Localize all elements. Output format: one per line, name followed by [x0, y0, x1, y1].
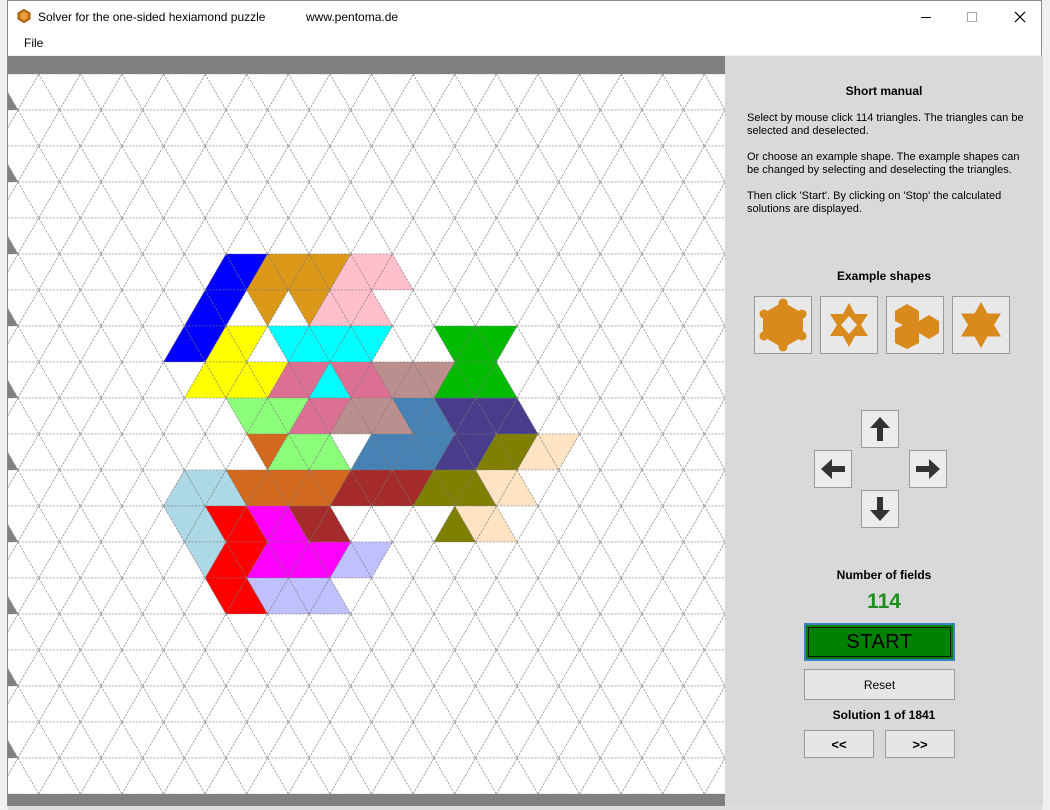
number-of-fields-label: Number of fields	[836, 568, 932, 582]
window-title-url: www.pentoma.de	[306, 10, 399, 24]
background-window-edge	[1042, 0, 1050, 810]
manual-paragraph-1: Select by mouse click 114 triangles. The…	[747, 112, 1024, 137]
minimize-button[interactable]	[903, 1, 949, 33]
number-of-fields-value: 114	[867, 590, 901, 613]
start-button[interactable]: START	[804, 623, 955, 661]
menu-file[interactable]: File	[24, 36, 43, 50]
example-shapes-heading: Example shapes	[836, 269, 932, 283]
move-left-button[interactable]	[814, 450, 852, 488]
triangle-grid-board[interactable]	[8, 56, 725, 806]
example-shape-hook-button[interactable]	[886, 296, 944, 354]
example-shape-star-ring-button[interactable]	[820, 296, 878, 354]
puzzle-board-panel	[8, 56, 725, 806]
close-button[interactable]	[997, 1, 1043, 33]
title-bar: Solver for the one-sided hexiamond puzzl…	[8, 1, 1041, 33]
next-solution-button[interactable]: >>	[885, 730, 955, 758]
manual-paragraph-3: Then click 'Start'. By clicking on 'Stop…	[747, 190, 1002, 215]
move-down-button[interactable]	[861, 490, 899, 528]
arrow-down-icon	[870, 497, 890, 521]
minimize-icon	[921, 17, 931, 18]
star-ring-shape-icon	[830, 303, 868, 347]
hook-shape-icon	[895, 304, 939, 349]
app-hexagon-icon	[17, 8, 31, 28]
hexagram-shape-icon	[961, 302, 1001, 348]
move-right-button[interactable]	[909, 450, 947, 488]
arrow-left-icon	[821, 459, 845, 479]
side-panel: Short manual Select by mouse click 114 t…	[725, 56, 1043, 806]
manual-paragraph-2: Or choose an example shape. The example …	[747, 151, 1020, 176]
reset-button[interactable]: Reset	[804, 669, 955, 700]
app-window: Solver for the one-sided hexiamond puzzl…	[7, 0, 1043, 806]
arrow-up-icon	[870, 417, 890, 441]
solution-counter: Solution 1 of 1841	[832, 708, 936, 722]
maximize-icon	[967, 12, 977, 22]
start-button-focus-frame	[808, 627, 951, 657]
move-up-button[interactable]	[861, 410, 899, 448]
example-shape-hexagram-button[interactable]	[952, 296, 1010, 354]
close-icon	[1014, 11, 1026, 23]
manual-heading: Short manual	[845, 84, 923, 98]
maximize-button[interactable]	[949, 1, 995, 33]
arrow-right-icon	[916, 459, 940, 479]
window-title: Solver for the one-sided hexiamond puzzl…	[38, 10, 266, 24]
hexagon-shape-icon	[759, 298, 807, 352]
menu-bar: File	[8, 33, 1041, 55]
previous-solution-button[interactable]: <<	[804, 730, 874, 758]
example-shape-hexagon-button[interactable]	[754, 296, 812, 354]
